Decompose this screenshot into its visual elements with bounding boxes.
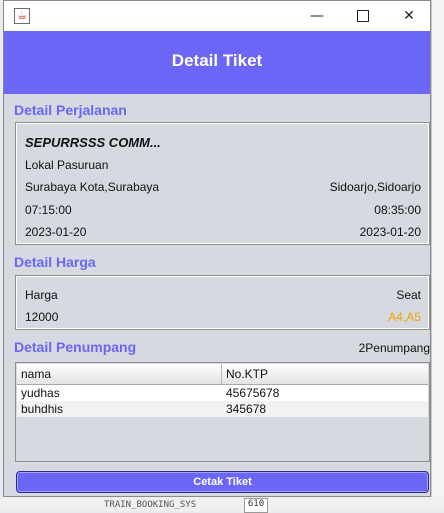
passenger-section-title: Detail Penumpang bbox=[14, 339, 137, 355]
price-detail-panel: Harga Seat 12000 A4,A5 bbox=[15, 275, 430, 330]
table-header: nama No.KTP bbox=[17, 364, 428, 385]
window-titlebar[interactable]: ☕ — ✕ bbox=[4, 1, 430, 31]
departure-date: 2023-01-20 bbox=[25, 225, 87, 239]
maximize-button[interactable] bbox=[340, 1, 386, 31]
price-label: Harga bbox=[25, 288, 58, 302]
arrival-date: 2023-01-20 bbox=[359, 225, 421, 239]
passenger-count: 2Penumpang bbox=[358, 341, 430, 355]
passenger-ktp-cell[interactable]: 345678 bbox=[222, 401, 428, 417]
seat-label: Seat bbox=[396, 288, 421, 302]
background-taskbar-text: TRAIN_BOOKING_SYS bbox=[104, 500, 197, 510]
arrival-time: 08:35:00 bbox=[374, 203, 421, 217]
origin-station: Surabaya Kota,Surabaya bbox=[25, 180, 160, 194]
java-app-icon: ☕ bbox=[14, 8, 30, 24]
background-app-bottom bbox=[0, 497, 444, 511]
column-header-ktp[interactable]: No.KTP bbox=[222, 364, 428, 384]
price-value: 12000 bbox=[25, 310, 59, 324]
minimize-button[interactable]: — bbox=[294, 1, 340, 31]
destination-station: Sidoarjo,Sidoarjo bbox=[329, 180, 421, 194]
print-ticket-button[interactable]: Cetak Tiket bbox=[16, 471, 429, 493]
passenger-name-cell[interactable]: yudhas bbox=[17, 385, 222, 401]
passenger-name-cell[interactable]: buhdhis bbox=[17, 401, 222, 417]
column-header-name[interactable]: nama bbox=[17, 364, 222, 384]
trip-detail-panel: SEPURRSSS COMM... Lokal Pasuruan Surabay… bbox=[15, 122, 430, 245]
train-name: SEPURRSSS COMM... bbox=[25, 135, 161, 150]
seat-value: A4,A5 bbox=[388, 310, 421, 324]
train-class: Lokal Pasuruan bbox=[25, 158, 109, 172]
trip-section-title: Detail Perjalanan bbox=[14, 102, 127, 118]
table-row[interactable]: yudhas 45675678 bbox=[17, 385, 428, 401]
ticket-detail-window: ☕ — ✕ Detail Tiket Detail Perjalanan SEP… bbox=[3, 0, 431, 497]
departure-time: 07:15:00 bbox=[25, 203, 72, 217]
page-title: Detail Tiket bbox=[171, 51, 263, 70]
ticket-header: Detail Tiket bbox=[4, 31, 430, 94]
background-app-edge bbox=[431, 0, 444, 511]
passenger-ktp-cell[interactable]: 45675678 bbox=[222, 385, 428, 401]
close-button[interactable]: ✕ bbox=[386, 1, 432, 31]
passenger-table[interactable]: nama No.KTP yudhas 45675678 buhdhis 3456… bbox=[15, 362, 430, 462]
table-row[interactable]: buhdhis 345678 bbox=[17, 401, 428, 417]
price-section-title: Detail Harga bbox=[14, 254, 96, 270]
maximize-icon bbox=[357, 10, 369, 22]
